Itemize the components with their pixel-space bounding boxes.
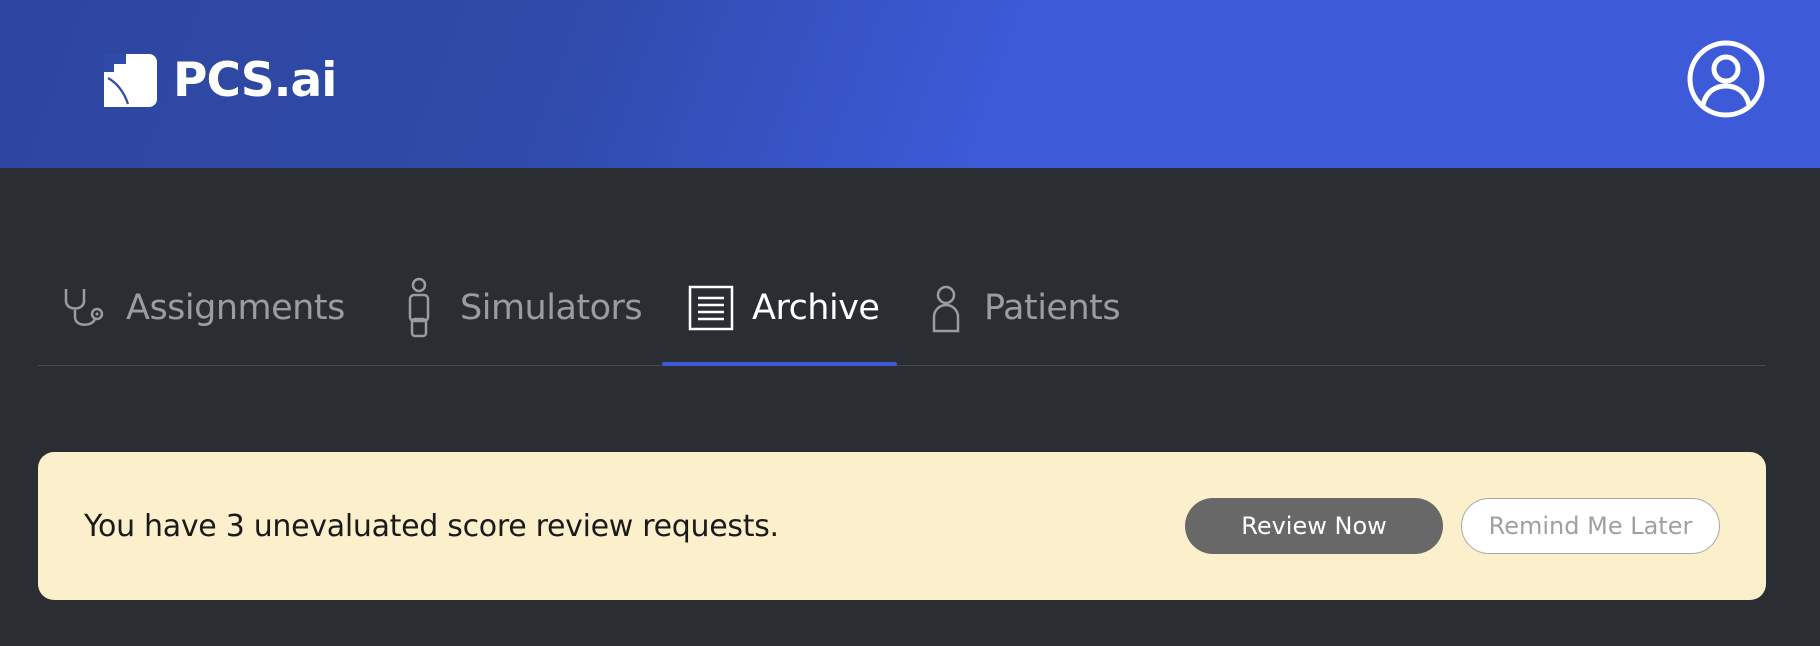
- tab-patients[interactable]: Patients: [924, 250, 1121, 366]
- person-icon: [924, 283, 968, 333]
- banner-message: You have 3 unevaluated score review requ…: [84, 508, 779, 544]
- pcs-logo-mark-icon: [104, 53, 157, 107]
- document-list-icon: [686, 283, 736, 333]
- brand-name: PCS.ai: [173, 52, 337, 108]
- tab-simulators-label: Simulators: [460, 288, 643, 328]
- review-requests-banner: You have 3 unevaluated score review requ…: [38, 452, 1766, 600]
- main-tabs: Assignments Simulators Archive Patients: [38, 250, 1766, 366]
- user-circle-icon: [1687, 40, 1765, 118]
- review-now-button[interactable]: Review Now: [1185, 498, 1443, 554]
- active-tab-indicator: [662, 362, 897, 366]
- tab-patients-label: Patients: [984, 288, 1121, 328]
- tab-simulators[interactable]: Simulators: [394, 250, 643, 366]
- profile-button[interactable]: [1686, 39, 1766, 119]
- mannequin-icon: [394, 276, 444, 340]
- app-header: PCS.ai: [0, 0, 1820, 168]
- tab-archive-label: Archive: [752, 288, 880, 328]
- stethoscope-icon: [60, 283, 110, 333]
- tab-archive[interactable]: Archive: [686, 250, 880, 366]
- remind-me-later-button[interactable]: Remind Me Later: [1461, 498, 1720, 554]
- tab-assignments[interactable]: Assignments: [60, 250, 345, 366]
- brand-logo[interactable]: PCS.ai: [104, 52, 337, 108]
- tab-assignments-label: Assignments: [126, 288, 345, 328]
